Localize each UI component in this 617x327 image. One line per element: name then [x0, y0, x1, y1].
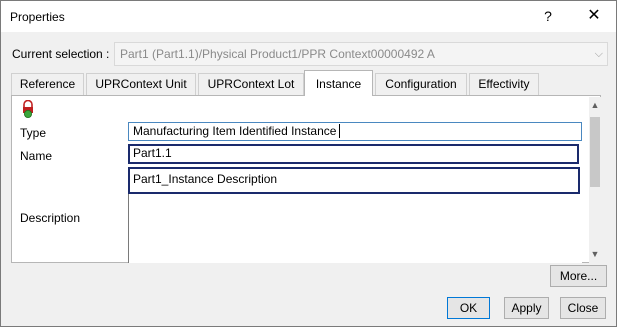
lock-icon — [23, 100, 33, 118]
ok-button[interactable]: OK — [447, 297, 490, 319]
chevron-down-icon[interactable]: ⌵ — [595, 43, 603, 65]
scroll-thumb[interactable] — [590, 117, 600, 187]
tab-uprcontext-lot[interactable]: UPRContext Lot — [198, 73, 304, 95]
description-input[interactable]: Part1_Instance Description — [128, 167, 580, 194]
name-value: Part1.1 — [133, 146, 172, 160]
tab-bar: Reference UPRContext Unit UPRContext Lot… — [11, 70, 611, 96]
apply-button[interactable]: Apply — [504, 297, 549, 319]
title-bar: Properties ? ✕ — [1, 1, 616, 32]
tab-configuration[interactable]: Configuration — [375, 73, 467, 95]
current-selection-combo[interactable]: Part1 (Part1.1)/Physical Product1/PPR Co… — [114, 42, 608, 66]
tab-reference[interactable]: Reference — [11, 73, 84, 95]
close-window-button[interactable]: ✕ — [577, 5, 611, 27]
vertical-scrollbar[interactable]: ▲ ▼ — [589, 97, 601, 263]
scroll-up-icon[interactable]: ▲ — [589, 100, 601, 110]
properties-dialog: Properties ? ✕ Current selection : Part1… — [0, 0, 617, 327]
tab-effectivity[interactable]: Effectivity — [469, 73, 539, 95]
type-value: Manufacturing Item Identified Instance — [133, 124, 337, 138]
text-caret — [339, 124, 341, 138]
name-label: Name — [20, 149, 53, 163]
instance-panel: Type Manufacturing Item Identified Insta… — [11, 95, 601, 263]
description-value: Part1_Instance Description — [133, 172, 278, 186]
tab-instance[interactable]: Instance — [304, 70, 373, 96]
help-button[interactable]: ? — [534, 5, 562, 27]
tab-uprcontext-unit[interactable]: UPRContext Unit — [86, 73, 196, 95]
close-button[interactable]: Close — [560, 297, 606, 319]
window-title: Properties — [10, 10, 65, 24]
name-input[interactable]: Part1.1 — [128, 144, 579, 164]
type-field: Manufacturing Item Identified Instance — [128, 122, 582, 141]
current-selection-label: Current selection : — [12, 47, 110, 61]
more-button[interactable]: More... — [550, 265, 607, 287]
description-label: Description — [20, 211, 81, 225]
type-label: Type — [20, 126, 47, 140]
current-selection-value: Part1 (Part1.1)/Physical Product1/PPR Co… — [120, 47, 435, 61]
scroll-down-icon[interactable]: ▼ — [589, 249, 601, 259]
